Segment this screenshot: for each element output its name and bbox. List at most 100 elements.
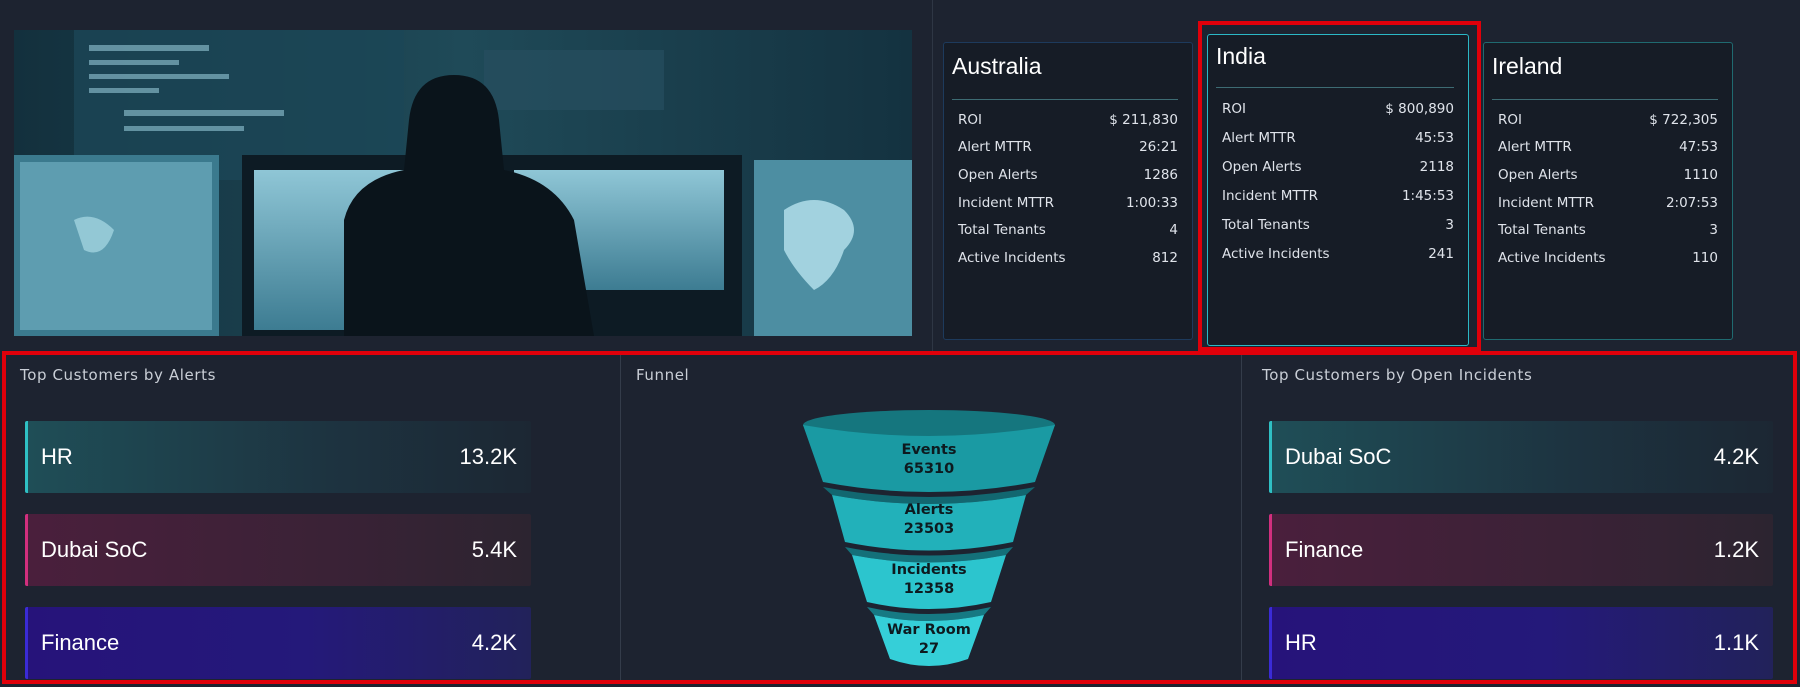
customer-value: 4.2K	[1713, 444, 1759, 469]
customer-value: 5.4K	[471, 537, 517, 562]
stage-name: Events	[901, 442, 957, 458]
metric-row: Alert MTTR 45:53	[1208, 123, 1468, 152]
metric-label: Active Incidents	[1498, 249, 1606, 266]
metric-value: 45:53	[1415, 129, 1454, 146]
metric-value: 1:45:53	[1401, 187, 1454, 204]
metric-row: Incident MTTR 1:45:53	[1208, 181, 1468, 210]
metric-value: 3	[1709, 222, 1718, 239]
metric-value: 3	[1445, 216, 1454, 233]
customer-name: HR	[41, 444, 73, 469]
funnel-chart: Events 65310 Alerts 23503 Incidents 12358 W…	[798, 407, 1060, 677]
metric-value: $ 800,890	[1385, 100, 1454, 117]
metric-label: Incident MTTR	[1222, 187, 1319, 204]
metric-value: 1:00:33	[1125, 194, 1178, 211]
metric-row: Incident MTTR 2:07:53	[1484, 189, 1732, 217]
customer-value: 4.2K	[471, 630, 517, 655]
customer-bar[interactable]: HR 1.1K	[1269, 607, 1773, 679]
metric-label: Total Tenants	[958, 222, 1046, 239]
metric-label: Open Alerts	[1498, 166, 1578, 183]
metric-value: 2118	[1419, 158, 1454, 175]
metric-row: Total Tenants 3	[1484, 216, 1732, 244]
top-customers-by-open-incidents-panel: Top Customers by Open Incidents Dubai So…	[1243, 355, 1794, 681]
stage-value: 23503	[903, 521, 955, 537]
metric-value: 241	[1428, 245, 1454, 262]
region-card-india[interactable]: India ROI $ 800,890 Alert MTTR 45:53 Open …	[1207, 34, 1469, 346]
metric-row: Total Tenants 4	[944, 216, 1192, 244]
metric-row: Incident MTTR 1:00:33	[944, 189, 1192, 217]
metric-row: ROI $ 211,830	[944, 106, 1192, 134]
dashboard: Australia ROI $ 211,830 Alert MTTR 26:21 O…	[0, 0, 1800, 687]
customer-bar[interactable]: Finance 1.2K	[1269, 514, 1773, 586]
panel-title: Funnel	[636, 366, 690, 384]
metric-value: 812	[1152, 249, 1178, 266]
region-card-ireland[interactable]: Ireland ROI $ 722,305 Alert MTTR 47:53 Ope…	[1483, 42, 1733, 340]
metric-label: Incident MTTR	[958, 194, 1055, 211]
region-title: Ireland	[1492, 53, 1563, 79]
metric-value: 2:07:53	[1665, 194, 1718, 211]
metric-label: Incident MTTR	[1498, 194, 1595, 211]
panel-title: Top Customers by Open Incidents	[1262, 366, 1533, 384]
metric-row: ROI $ 722,305	[1484, 106, 1732, 134]
metric-value: 110	[1692, 249, 1718, 266]
customer-name: Finance	[41, 630, 120, 655]
customer-name: HR	[1285, 630, 1317, 655]
metric-row: Active Incidents 241	[1208, 239, 1468, 268]
stage-value: 27	[918, 641, 940, 657]
customer-bar[interactable]: Dubai SoC 5.4K	[25, 514, 531, 586]
funnel-stage-label: Alerts 23503	[798, 501, 1060, 539]
metric-label: ROI	[1498, 111, 1522, 128]
divider	[932, 0, 933, 352]
metric-label: Alert MTTR	[1498, 139, 1572, 156]
metric-label: Total Tenants	[1222, 216, 1310, 233]
hero-image	[14, 30, 912, 336]
metric-row: Total Tenants 3	[1208, 210, 1468, 239]
stage-name: Incidents	[891, 562, 967, 578]
customer-value: 1.2K	[1713, 537, 1759, 562]
metric-row: Active Incidents 110	[1484, 244, 1732, 272]
metric-label: Alert MTTR	[958, 139, 1032, 156]
metric-label: ROI	[958, 111, 982, 128]
divider	[1216, 87, 1454, 88]
metric-value: 4	[1169, 222, 1178, 239]
stage-name: War Room	[887, 622, 971, 638]
stage-value: 65310	[903, 461, 955, 477]
funnel-stage-label: War Room 27	[798, 621, 1060, 659]
metric-row: Active Incidents 812	[944, 244, 1192, 272]
top-customers-by-alerts-panel: Top Customers by Alerts HR 13.2K Dubai S…	[6, 355, 621, 681]
customer-bar[interactable]: Finance 4.2K	[25, 607, 531, 679]
metric-label: ROI	[1222, 100, 1246, 117]
metric-row: Alert MTTR 26:21	[944, 134, 1192, 162]
metric-row: Open Alerts 1286	[944, 161, 1192, 189]
metric-label: Open Alerts	[958, 166, 1038, 183]
region-title: India	[1216, 43, 1266, 69]
metric-row: Open Alerts 2118	[1208, 152, 1468, 181]
bottom-panels: Top Customers by Alerts HR 13.2K Dubai S…	[6, 355, 1794, 681]
metric-label: Alert MTTR	[1222, 129, 1296, 146]
metric-row: ROI $ 800,890	[1208, 94, 1468, 123]
funnel-panel: Funnel Events 65310 Alerts 23503 Incidents…	[622, 355, 1242, 681]
metric-value: 1286	[1143, 166, 1178, 183]
metric-value: 47:53	[1679, 139, 1718, 156]
customer-name: Finance	[1285, 537, 1364, 562]
customer-bar[interactable]: HR 13.2K	[25, 421, 531, 493]
funnel-stage-label: Incidents 12358	[798, 561, 1060, 599]
region-title: Australia	[952, 53, 1042, 79]
customer-name: Dubai SoC	[1285, 444, 1392, 469]
stage-name: Alerts	[904, 502, 954, 518]
panel-title: Top Customers by Alerts	[20, 366, 217, 384]
metric-label: Active Incidents	[958, 249, 1066, 266]
metric-value: $ 211,830	[1109, 111, 1178, 128]
metric-value: 26:21	[1139, 139, 1178, 156]
metric-label: Open Alerts	[1222, 158, 1302, 175]
metric-row: Alert MTTR 47:53	[1484, 134, 1732, 162]
customer-bar[interactable]: Dubai SoC 4.2K	[1269, 421, 1773, 493]
divider	[1492, 99, 1718, 100]
metric-label: Total Tenants	[1498, 222, 1586, 239]
region-card-australia[interactable]: Australia ROI $ 211,830 Alert MTTR 26:21 O…	[943, 42, 1193, 340]
metric-value: 1110	[1683, 166, 1718, 183]
customer-value: 1.1K	[1713, 630, 1759, 655]
funnel-stage-label: Events 65310	[798, 441, 1060, 479]
customer-name: Dubai SoC	[41, 537, 148, 562]
metric-row: Open Alerts 1110	[1484, 161, 1732, 189]
metric-value: $ 722,305	[1649, 111, 1718, 128]
